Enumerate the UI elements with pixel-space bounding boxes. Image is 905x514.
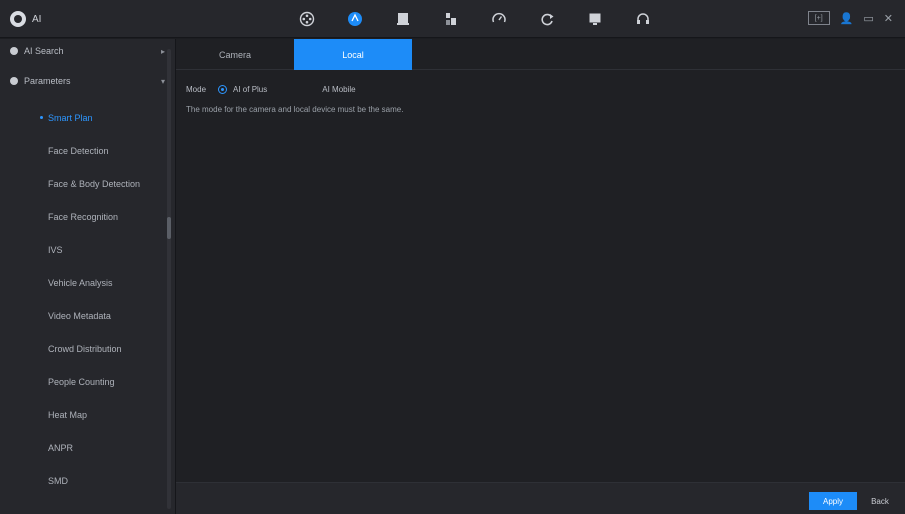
tab-bar: Camera Local xyxy=(176,39,905,70)
mode-row: Mode AI of Plus AI Mobile xyxy=(186,85,356,94)
main-nav xyxy=(283,8,667,30)
camera-icon[interactable] xyxy=(379,8,427,30)
sidebar-header-label: AI Search xyxy=(24,46,64,56)
footer-bar: Apply Back xyxy=(176,482,905,514)
channel-box[interactable]: [+] xyxy=(807,11,830,25)
main-panel: Camera Local Mode AI of Plus AI Mobile T… xyxy=(176,39,905,514)
sidebar: AI Search ▸ Parameters ▾ Smart Plan Face… xyxy=(0,39,176,514)
sidebar-header-label: Parameters xyxy=(24,76,71,86)
tab-camera[interactable]: Camera xyxy=(176,39,294,70)
storage-icon[interactable] xyxy=(427,8,475,30)
top-bar: AI [+] 👤 ▭ ✕ xyxy=(0,0,905,38)
sidebar-header-ai-search[interactable]: AI Search ▸ xyxy=(0,39,175,63)
brand-label: AI xyxy=(32,13,42,25)
sidebar-item-anpr[interactable]: ANPR xyxy=(0,431,175,464)
sidebar-item-vehicle-analysis[interactable]: Vehicle Analysis xyxy=(0,266,175,299)
dashboard-icon[interactable] xyxy=(475,8,523,30)
mode-option-label: AI of Plus xyxy=(233,85,268,94)
sidebar-item-heat-map[interactable]: Heat Map xyxy=(0,398,175,431)
logo-icon xyxy=(10,11,26,27)
mode-option-label: AI Mobile xyxy=(322,85,356,94)
sidebar-item-people-counting[interactable]: People Counting xyxy=(0,365,175,398)
sidebar-item-smd[interactable]: SMD xyxy=(0,464,175,497)
sidebar-item-ivs[interactable]: IVS xyxy=(0,233,175,266)
back-button[interactable]: Back xyxy=(863,492,897,510)
sidebar-item-face-body-detection[interactable]: Face & Body Detection xyxy=(0,167,175,200)
chevron-right-icon: ▸ xyxy=(160,46,165,56)
search-icon xyxy=(10,47,18,55)
headset-icon[interactable] xyxy=(619,8,667,30)
sidebar-header-parameters[interactable]: Parameters ▾ xyxy=(0,69,175,93)
sidebar-item-face-recognition[interactable]: Face Recognition xyxy=(0,200,175,233)
mode-option-ai-of-plus[interactable]: AI of Plus xyxy=(218,85,267,94)
refresh-icon[interactable] xyxy=(523,8,571,30)
settings-icon xyxy=(10,77,18,85)
sidebar-item-smart-plan[interactable]: Smart Plan xyxy=(0,101,175,134)
top-right-tools: [+] 👤 ▭ ✕ xyxy=(807,11,893,25)
film-reel-icon[interactable] xyxy=(283,8,331,30)
user-icon[interactable]: 👤 xyxy=(840,12,854,25)
mode-note: The mode for the camera and local device… xyxy=(186,105,404,114)
sidebar-item-face-detection[interactable]: Face Detection xyxy=(0,134,175,167)
sidebar-item-crowd-distribution[interactable]: Crowd Distribution xyxy=(0,332,175,365)
close-icon[interactable]: ✕ xyxy=(884,12,893,25)
scrollbar-thumb[interactable] xyxy=(167,217,171,239)
brand: AI xyxy=(10,11,41,27)
sidebar-scrollbar[interactable] xyxy=(167,49,171,509)
radio-selected-icon xyxy=(218,85,228,94)
chevron-down-icon: ▾ xyxy=(160,76,165,86)
apply-button[interactable]: Apply xyxy=(809,492,857,510)
mode-label: Mode xyxy=(186,85,207,94)
ai-bulb-icon[interactable] xyxy=(331,8,379,30)
sidebar-item-video-metadata[interactable]: Video Metadata xyxy=(0,299,175,332)
tab-local[interactable]: Local xyxy=(294,39,412,70)
mode-option-ai-mobile[interactable]: AI Mobile xyxy=(307,85,355,94)
window-icon[interactable]: ▭ xyxy=(863,12,873,25)
display-icon[interactable] xyxy=(571,8,619,30)
